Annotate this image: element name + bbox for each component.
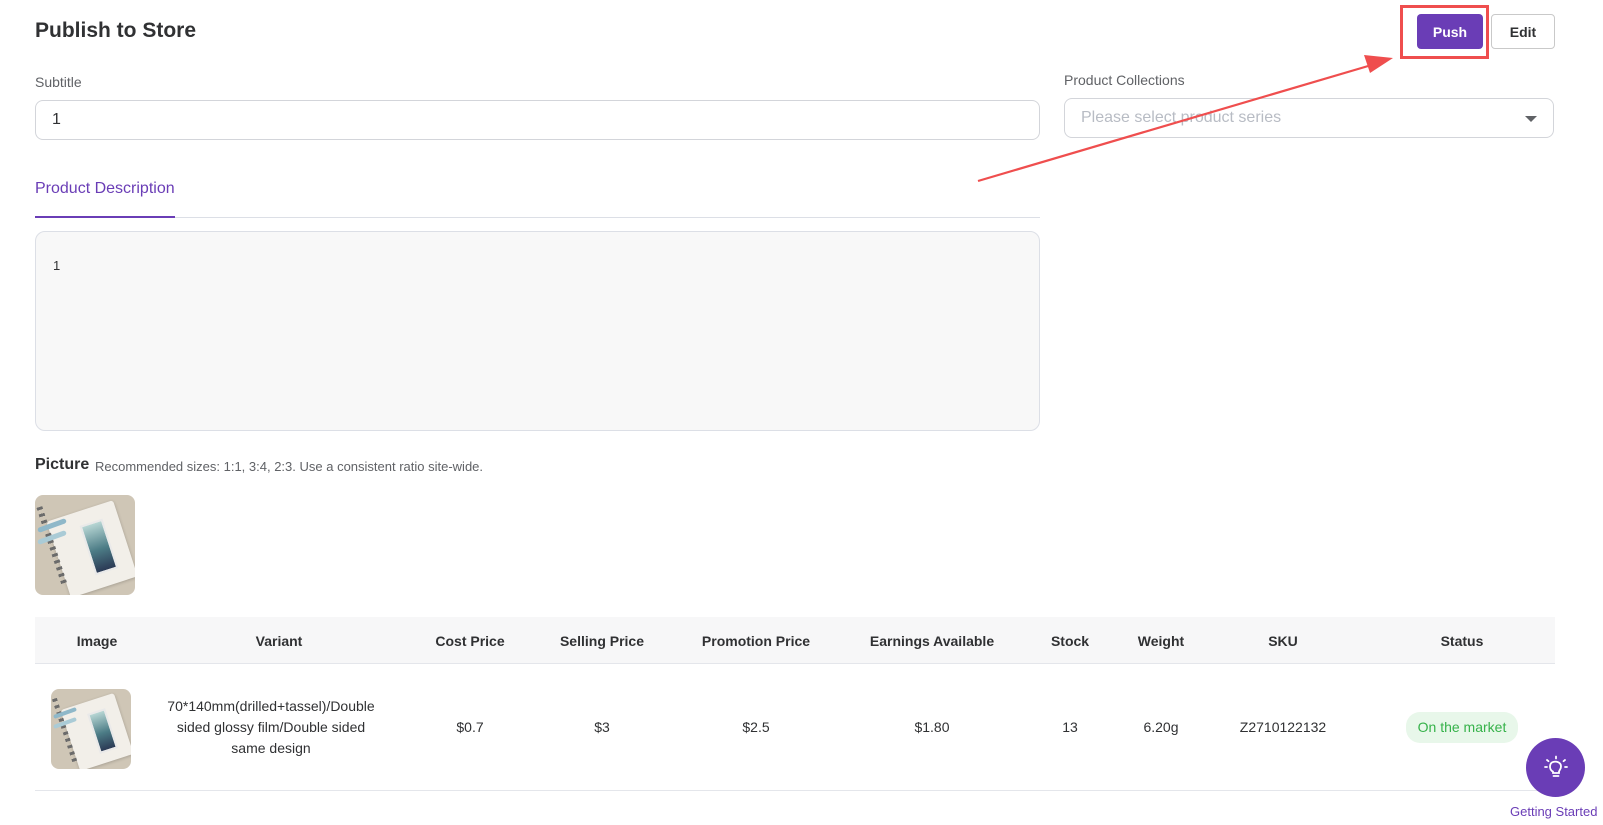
weight-cell: 6.20g — [1143, 719, 1179, 735]
col-promotion-price: Promotion Price — [701, 632, 811, 649]
subtitle-label: Subtitle — [35, 74, 82, 90]
status-badge: On the market — [1405, 712, 1519, 743]
promotion-price-cell: $2.5 — [742, 719, 770, 735]
subtitle-value: 1 — [52, 111, 61, 128]
col-image: Image — [76, 632, 118, 649]
col-cost-price: Cost Price — [435, 632, 505, 649]
description-tabs: Product Description — [35, 175, 1040, 218]
collections-label: Product Collections — [1064, 72, 1185, 88]
col-variant: Variant — [255, 632, 303, 649]
subtitle-input[interactable]: 1 — [35, 100, 1040, 140]
picture-title: Picture — [35, 456, 90, 473]
product-picture[interactable] — [35, 495, 135, 595]
getting-started-button[interactable] — [1526, 738, 1585, 797]
push-highlight-box — [1400, 5, 1489, 59]
earnings-cell: $1.80 — [914, 719, 950, 735]
col-weight: Weight — [1137, 632, 1185, 649]
tab-product-description[interactable]: Product Description — [35, 175, 175, 218]
stock-cell: 13 — [1062, 719, 1078, 735]
chevron-down-icon — [1525, 116, 1537, 122]
col-selling-price: Selling Price — [559, 632, 645, 649]
sku-cell: Z2710122132 — [1239, 719, 1327, 735]
getting-started-label: Getting Started — [1510, 804, 1598, 819]
col-stock: Stock — [1050, 632, 1090, 649]
col-sku: SKU — [1268, 632, 1298, 649]
edit-button[interactable]: Edit — [1491, 14, 1555, 49]
col-earnings: Earnings Available — [869, 632, 995, 649]
col-status: Status — [1440, 632, 1484, 649]
lightbulb-icon — [1543, 755, 1568, 777]
selling-price-cell: $3 — [594, 719, 610, 735]
collections-placeholder: Please select product series — [1081, 109, 1282, 126]
variant-cell: 70*140mm(drilled+tassel)/Double sided gl… — [167, 698, 375, 756]
page-title: Publish to Store — [35, 19, 197, 42]
description-content: 1 — [53, 258, 61, 273]
table-row: 70*140mm(drilled+tassel)/Double sided gl… — [35, 664, 1555, 791]
cost-price-cell: $0.7 — [456, 719, 484, 735]
collections-select[interactable]: Please select product series — [1064, 98, 1554, 138]
variant-image[interactable] — [51, 689, 131, 769]
picture-hint: Recommended sizes: 1:1, 3:4, 2:3. Use a … — [95, 459, 484, 474]
description-editor[interactable]: 1 — [35, 231, 1040, 431]
variants-table-header: Image Variant Cost Price Selling Price P… — [35, 617, 1555, 664]
